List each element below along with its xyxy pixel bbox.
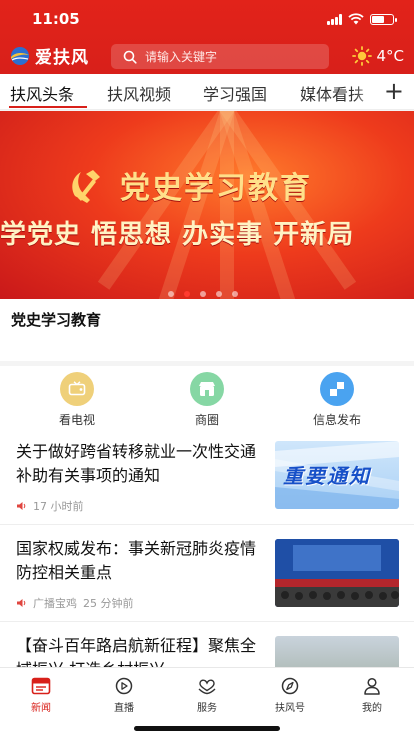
news-title: 关于做好跨省转移就业一次性交通补助有关事项的通知: [16, 442, 257, 485]
search-input[interactable]: 请输入关键字: [111, 44, 329, 69]
carousel-dot[interactable]: [216, 291, 222, 297]
nav-label: 扶风号: [275, 703, 305, 714]
tab-fufeng-headlines[interactable]: 扶风头条: [10, 81, 74, 105]
news-thumbnail: [275, 636, 399, 667]
channel-tabs: 扶风头条 扶风视频 学习强国 媒体看扶 +: [0, 74, 414, 110]
news-title: 国家权威发布：事关新冠肺炎疫情防控相关重点: [16, 539, 257, 582]
news-title: 【奋斗百年路启航新征程】聚焦全域振兴 打造乡村振兴: [16, 636, 257, 667]
wifi-icon: [348, 13, 364, 25]
weather-widget[interactable]: 4°C: [352, 46, 404, 66]
news-thumbnail: [275, 539, 399, 607]
live-icon: [115, 677, 133, 695]
nav-service[interactable]: 服务: [177, 677, 237, 714]
carousel-dot[interactable]: [232, 291, 238, 297]
sun-icon: [352, 46, 373, 66]
signal-icon: [327, 13, 342, 25]
temperature: 4°C: [376, 47, 404, 65]
status-bar: 11:05: [0, 0, 414, 40]
thumbnail-caption: 重要通知: [283, 464, 371, 488]
speaker-icon: [17, 599, 26, 607]
news-source: 广播宝鸡: [33, 597, 77, 610]
app-header: 爱扶风 请输入关键字 4°C: [0, 40, 414, 74]
status-time: 11:05: [32, 10, 80, 28]
nav-live[interactable]: 直播: [94, 677, 154, 714]
nav-label: 服务: [197, 703, 217, 714]
tab-fufeng-video[interactable]: 扶风视频: [107, 81, 171, 105]
party-emblem-icon: [72, 170, 100, 203]
nav-mine[interactable]: 我的: [342, 677, 402, 714]
nav-news[interactable]: 新闻: [11, 677, 71, 714]
app-logo[interactable]: 爱扶风: [9, 43, 89, 68]
publish-icon: [320, 372, 354, 406]
news-meta: 广播宝鸡 25 分钟前: [16, 595, 134, 611]
home-indicator[interactable]: [134, 726, 280, 731]
nav-label: 直播: [114, 703, 134, 714]
quick-entry-label: 信息发布: [312, 413, 361, 427]
news-time: 17 小时前: [33, 500, 84, 513]
nav-label: 我的: [362, 703, 382, 714]
quick-entry-label: 商圈: [194, 413, 219, 427]
shop-icon: [190, 372, 224, 406]
carousel-dot[interactable]: [200, 291, 206, 297]
news-icon: [31, 677, 51, 695]
nav-label: 新闻: [31, 703, 51, 714]
quick-entry-label: 看电视: [58, 413, 95, 427]
nav-fufeng-account[interactable]: 扶风号: [260, 677, 320, 714]
add-channel-button[interactable]: +: [384, 77, 404, 105]
battery-icon: [370, 13, 397, 25]
active-tab-indicator: [9, 106, 87, 108]
banner-title: 党史学习教育: [120, 171, 312, 206]
top-header: 11:05 爱扶风 请输入关键字 4°C: [0, 0, 414, 74]
compass-icon: [281, 677, 299, 695]
status-icons: [327, 13, 397, 25]
speaker-icon: [17, 502, 26, 510]
app-screen: 11:05 爱扶风 请输入关键字 4°C 扶风头条 扶风视频 学习强国 媒体看扶…: [0, 0, 414, 736]
quick-entry-tv[interactable]: 看电视: [37, 372, 117, 428]
banner-carousel[interactable]: 党史学习教育 学党史 悟思想 办实事 开新局: [0, 111, 414, 299]
news-time: 25 分钟前: [83, 597, 134, 610]
news-item[interactable]: 国家权威发布：事关新冠肺炎疫情防控相关重点 广播宝鸡 25 分钟前: [0, 525, 414, 621]
news-thumbnail: 重要通知: [275, 441, 399, 509]
news-item[interactable]: 关于做好跨省转移就业一次性交通补助有关事项的通知 17 小时前 重要通知: [0, 428, 414, 524]
logo-globe-icon: [11, 46, 29, 65]
carousel-dot[interactable]: [168, 291, 174, 297]
banner-caption-area: 党史学习教育: [0, 299, 414, 361]
banner-caption[interactable]: 党史学习教育: [11, 309, 101, 330]
news-item[interactable]: 【奋斗百年路启航新征程】聚焦全域振兴 打造乡村振兴: [0, 622, 414, 667]
tv-icon: [60, 372, 94, 406]
service-icon: [198, 679, 216, 695]
quick-entry-shop[interactable]: 商圈: [167, 372, 247, 428]
app-name: 爱扶风: [35, 48, 89, 68]
news-meta: 17 小时前: [16, 498, 84, 514]
carousel-dots: [168, 291, 238, 297]
search-placeholder: 请输入关键字: [145, 50, 218, 64]
tab-xuexi-qiangguo[interactable]: 学习强国: [203, 81, 267, 105]
quick-entries: 看电视 商圈 信息发布: [0, 366, 414, 428]
banner-slogan: 学党史 悟思想 办实事 开新局: [0, 220, 355, 250]
carousel-dot-active[interactable]: [184, 291, 190, 297]
quick-entry-publish[interactable]: 信息发布: [297, 372, 377, 428]
search-icon: [123, 50, 137, 64]
user-icon: [364, 677, 380, 695]
